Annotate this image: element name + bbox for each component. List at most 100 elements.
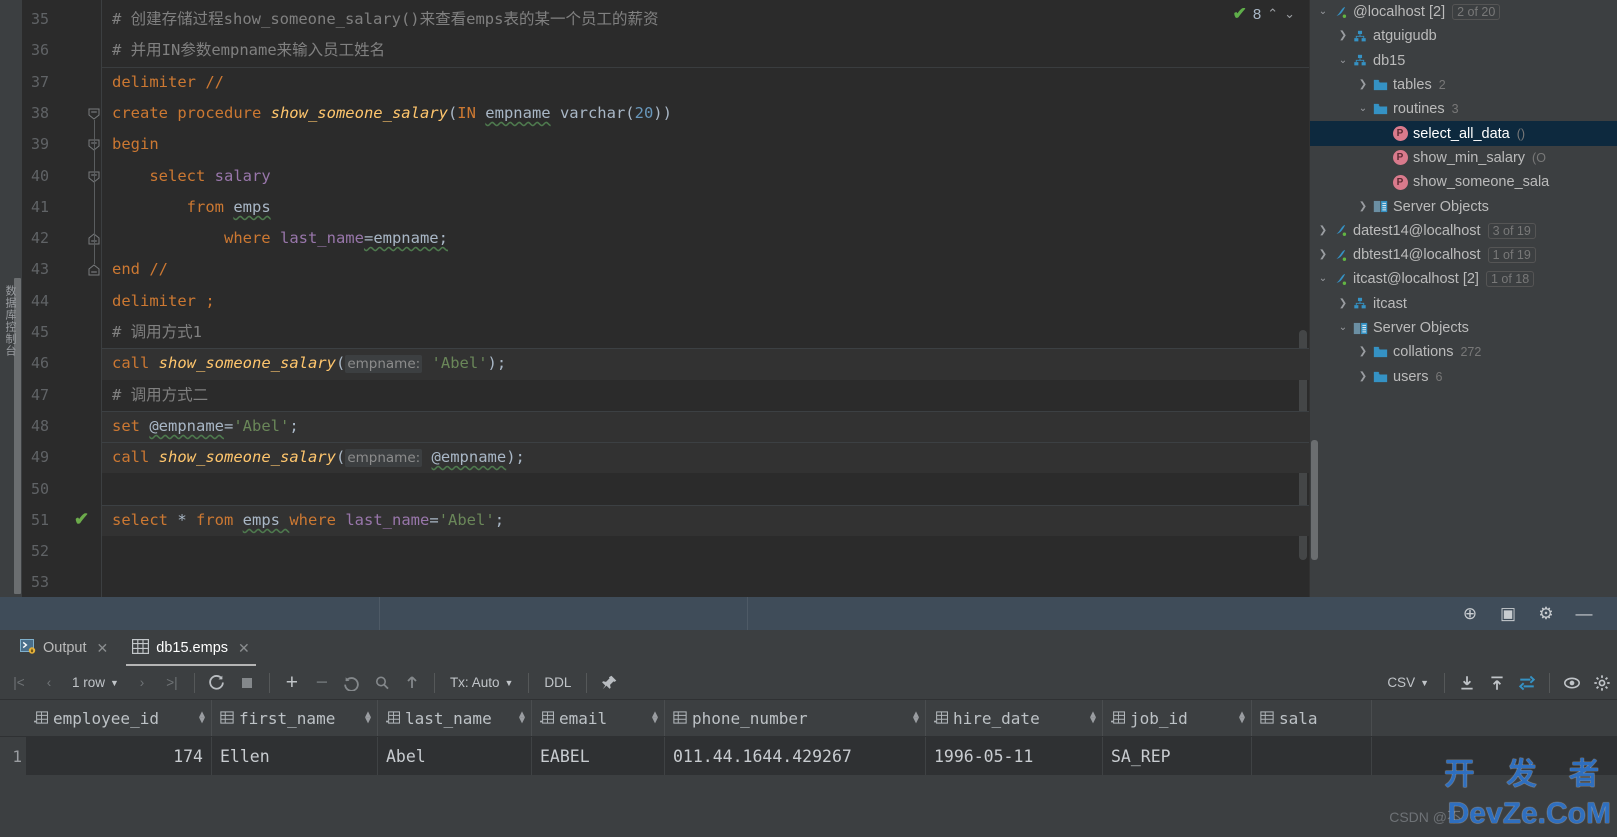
reload-icon[interactable]	[202, 668, 232, 698]
header-buttons[interactable]: ⊕▣⚙—	[1451, 597, 1617, 630]
code-line[interactable]: from emps	[102, 192, 1309, 223]
table-cell-last_name[interactable]: Abel	[378, 737, 532, 775]
chevron-up-icon[interactable]: ⌃	[1267, 6, 1278, 22]
table-cell-job_id[interactable]: SA_REP	[1103, 737, 1252, 775]
locate-icon[interactable]: ⊕	[1451, 597, 1489, 630]
column-header-hire_date[interactable]: hire_date▲▼	[926, 700, 1103, 736]
close-icon[interactable]: ✕	[97, 640, 109, 657]
table-cell-sala[interactable]	[1252, 737, 1372, 775]
table-cell-hire_date[interactable]: 1996-05-11	[926, 737, 1103, 775]
column-header-last_name[interactable]: last_name▲▼	[378, 700, 532, 736]
sort-indicator-icon[interactable]: ▲▼	[652, 712, 658, 724]
code-line[interactable]: select salary	[102, 161, 1309, 192]
tree-item-atguigudb[interactable]: ❯atguigudb	[1310, 24, 1617, 48]
tree-item-dbtest14-localhost[interactable]: ❯dbtest14@localhost1 of 19	[1310, 243, 1617, 267]
tab-output[interactable]: Output✕	[8, 630, 120, 666]
chevron-right-icon[interactable]: ❯	[1356, 202, 1370, 212]
chevron-right-icon[interactable]: ❯	[1336, 299, 1350, 309]
stop-icon[interactable]	[232, 668, 262, 698]
table-cell-first_name[interactable]: Ellen	[212, 737, 378, 775]
result-grid[interactable]: employee_id▲▼first_name▲▼last_name▲▼emai…	[0, 700, 1617, 775]
tree-item-select-all-data[interactable]: Pselect_all_data()	[1310, 121, 1617, 145]
compare-icon[interactable]	[1512, 668, 1542, 698]
code-line[interactable]	[102, 536, 1309, 567]
code-line[interactable]: set @empname='Abel';	[102, 411, 1309, 442]
tree-item-server-objects[interactable]: ⌄Server Objects	[1310, 316, 1617, 340]
tree-item-server-objects[interactable]: ❯Server Objects	[1310, 194, 1617, 218]
tree-item-routines[interactable]: ⌄routines3	[1310, 97, 1617, 121]
statement-ok-icon[interactable]: ✔	[74, 509, 89, 530]
ddl-button[interactable]: DDL	[536, 675, 579, 690]
tree-item-users[interactable]: ❯users6	[1310, 364, 1617, 388]
sort-indicator-icon[interactable]: ▲▼	[1090, 712, 1096, 724]
code-line[interactable]: end //	[102, 254, 1309, 285]
code-line[interactable]: begin	[102, 129, 1309, 160]
chevron-down-icon[interactable]: ⌄	[1316, 7, 1330, 17]
prev-page-button[interactable]: ‹	[34, 668, 64, 698]
column-header-email[interactable]: email▲▼	[532, 700, 665, 736]
gear-icon[interactable]: ⚙	[1527, 597, 1565, 630]
fold-end-icon[interactable]	[88, 264, 100, 276]
table-cell-email[interactable]: EABEL	[532, 737, 665, 775]
sort-indicator-icon[interactable]: ▲▼	[365, 712, 371, 724]
table-cell-phone_number[interactable]: 011.44.1644.429267	[665, 737, 926, 775]
code-line[interactable]: # 并用IN参数empname来输入员工姓名	[102, 35, 1309, 66]
chevron-right-icon[interactable]: ❯	[1356, 80, 1370, 90]
chevron-right-icon[interactable]: ❯	[1336, 31, 1350, 41]
find-icon[interactable]	[367, 668, 397, 698]
code-line[interactable]: delimiter ;	[102, 286, 1309, 317]
sort-indicator-icon[interactable]: ▲▼	[1239, 712, 1245, 724]
code-line[interactable]: delimiter //	[102, 67, 1309, 98]
database-explorer-scrollbar[interactable]	[1311, 440, 1318, 560]
layout-icon[interactable]: ▣	[1489, 597, 1527, 630]
row-count-selector[interactable]: 1 row ▼	[64, 675, 127, 690]
gear-icon[interactable]	[1587, 668, 1617, 698]
column-header-first_name[interactable]: first_name▲▼	[212, 700, 378, 736]
tree-item-show-min-salary[interactable]: Pshow_min_salary(O	[1310, 146, 1617, 170]
code-content[interactable]: # 创建存储过程show_someone_salary()来查看emps表的某一…	[102, 0, 1309, 597]
tree-item-itcast[interactable]: ❯itcast	[1310, 292, 1617, 316]
result-grid-header[interactable]: employee_id▲▼first_name▲▼last_name▲▼emai…	[0, 700, 1617, 737]
download-icon[interactable]	[1452, 668, 1482, 698]
revert-icon[interactable]	[337, 668, 367, 698]
export-format-selector[interactable]: CSV ▼	[1379, 675, 1437, 690]
close-icon[interactable]: ✕	[238, 640, 250, 657]
tab-db15-emps[interactable]: db15.emps✕	[120, 630, 261, 666]
database-explorer[interactable]: ⌄@localhost [2]2 of 20❯atguigudb⌄db15❯ta…	[1309, 0, 1617, 597]
code-line[interactable]: call show_someone_salary(empname: 'Abel'…	[102, 348, 1309, 379]
delete-row-button[interactable]: −	[307, 668, 337, 698]
first-page-button[interactable]: |<	[4, 668, 34, 698]
chevron-down-icon[interactable]: ⌄	[1336, 56, 1350, 66]
chevron-down-icon[interactable]: ⌄	[1316, 274, 1330, 284]
chevron-right-icon[interactable]: ❯	[1316, 250, 1330, 260]
chevron-down-icon[interactable]: ⌄	[1336, 323, 1350, 333]
chevron-right-icon[interactable]: ❯	[1356, 372, 1370, 382]
tree-item-itcast-localhost-2[interactable]: ⌄itcast@localhost [2]1 of 18	[1310, 267, 1617, 291]
code-line[interactable]	[102, 567, 1309, 597]
code-line[interactable]: # 创建存储过程show_someone_salary()来查看emps表的某一…	[102, 4, 1309, 35]
code-line[interactable]: # 调用方式1	[102, 317, 1309, 348]
next-page-button[interactable]: ›	[127, 668, 157, 698]
transaction-mode-selector[interactable]: Tx: Auto ▼	[442, 675, 521, 690]
chevron-down-icon[interactable]: ⌄	[1356, 104, 1370, 114]
code-line[interactable]: select * from emps where last_name='Abel…	[102, 505, 1309, 536]
code-line[interactable]: where last_name=empname;	[102, 223, 1309, 254]
column-header-employee_id[interactable]: employee_id▲▼	[26, 700, 212, 736]
tree-item-db15[interactable]: ⌄db15	[1310, 49, 1617, 73]
tree-item-collations[interactable]: ❯collations272	[1310, 340, 1617, 364]
eye-icon[interactable]	[1557, 668, 1587, 698]
column-header-phone_number[interactable]: phone_number▲▼	[665, 700, 926, 736]
sort-indicator-icon[interactable]: ▲▼	[519, 712, 525, 724]
tree-item-show-someone-sala[interactable]: Pshow_someone_sala	[1310, 170, 1617, 194]
sql-editor[interactable]: 数据库控制台 353637383940414243444546474849505…	[0, 0, 1309, 597]
code-line[interactable]: call show_someone_salary(empname: @empna…	[102, 442, 1309, 473]
tree-item-datest14-localhost[interactable]: ❯datest14@localhost3 of 19	[1310, 219, 1617, 243]
table-cell-employee_id[interactable]: 174	[26, 737, 212, 775]
table-row[interactable]: 1174EllenAbelEABEL011.44.1644.4292671996…	[0, 737, 1617, 775]
minimize-icon[interactable]: —	[1565, 597, 1603, 630]
last-page-button[interactable]: >|	[157, 668, 187, 698]
chevron-down-icon[interactable]: ⌄	[1284, 6, 1295, 22]
chevron-right-icon[interactable]: ❯	[1356, 347, 1370, 357]
code-line[interactable]	[102, 474, 1309, 505]
column-header-sala[interactable]: sala	[1252, 700, 1372, 736]
